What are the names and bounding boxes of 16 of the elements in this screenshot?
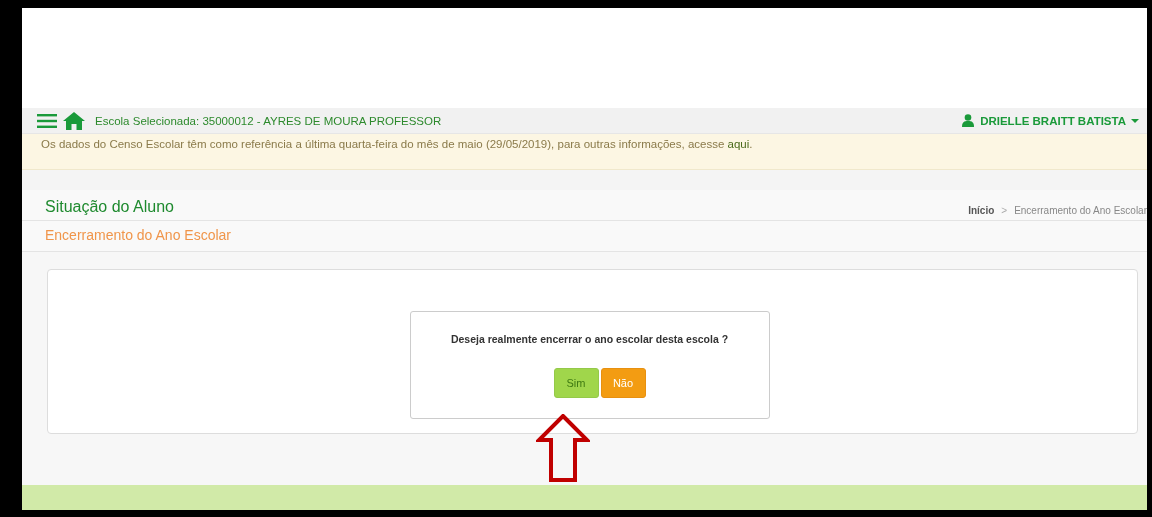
- menu-icon[interactable]: [37, 113, 57, 128]
- notice-text: Os dados do Censo Escolar têm como referência a última quarta-feira do mês de maio (29/05/2019), para outras informações, acesse aqui.: [41, 137, 753, 151]
- breadcrumb-separator: >: [1001, 205, 1008, 216]
- dialog-message: Deseja realmente encerrar o ano escolar desta escola ?: [450, 333, 729, 345]
- user-icon: [962, 114, 975, 127]
- cancel-button[interactable]: Não: [600, 368, 646, 398]
- up-arrow-drawing: [536, 414, 590, 482]
- breadcrumb-current: Encerramento do Ano Escolar: [1014, 205, 1147, 216]
- home-icon[interactable]: [63, 111, 85, 130]
- confirm-button[interactable]: Sim: [553, 368, 599, 398]
- caret-icon: [1131, 118, 1139, 123]
- page-subtitle: Encerramento do Ano Escolar: [45, 227, 231, 243]
- user-menu-button[interactable]: DRIELLE BRAITT BATISTA: [980, 114, 1139, 127]
- breadcrumb-link[interactable]: Início: [968, 205, 995, 216]
- selected-school: Escola Selecionada: 35000012 - AYRES DE MOURA PROFESSOR: [95, 114, 442, 127]
- page-title: Situação do Aluno: [45, 198, 174, 216]
